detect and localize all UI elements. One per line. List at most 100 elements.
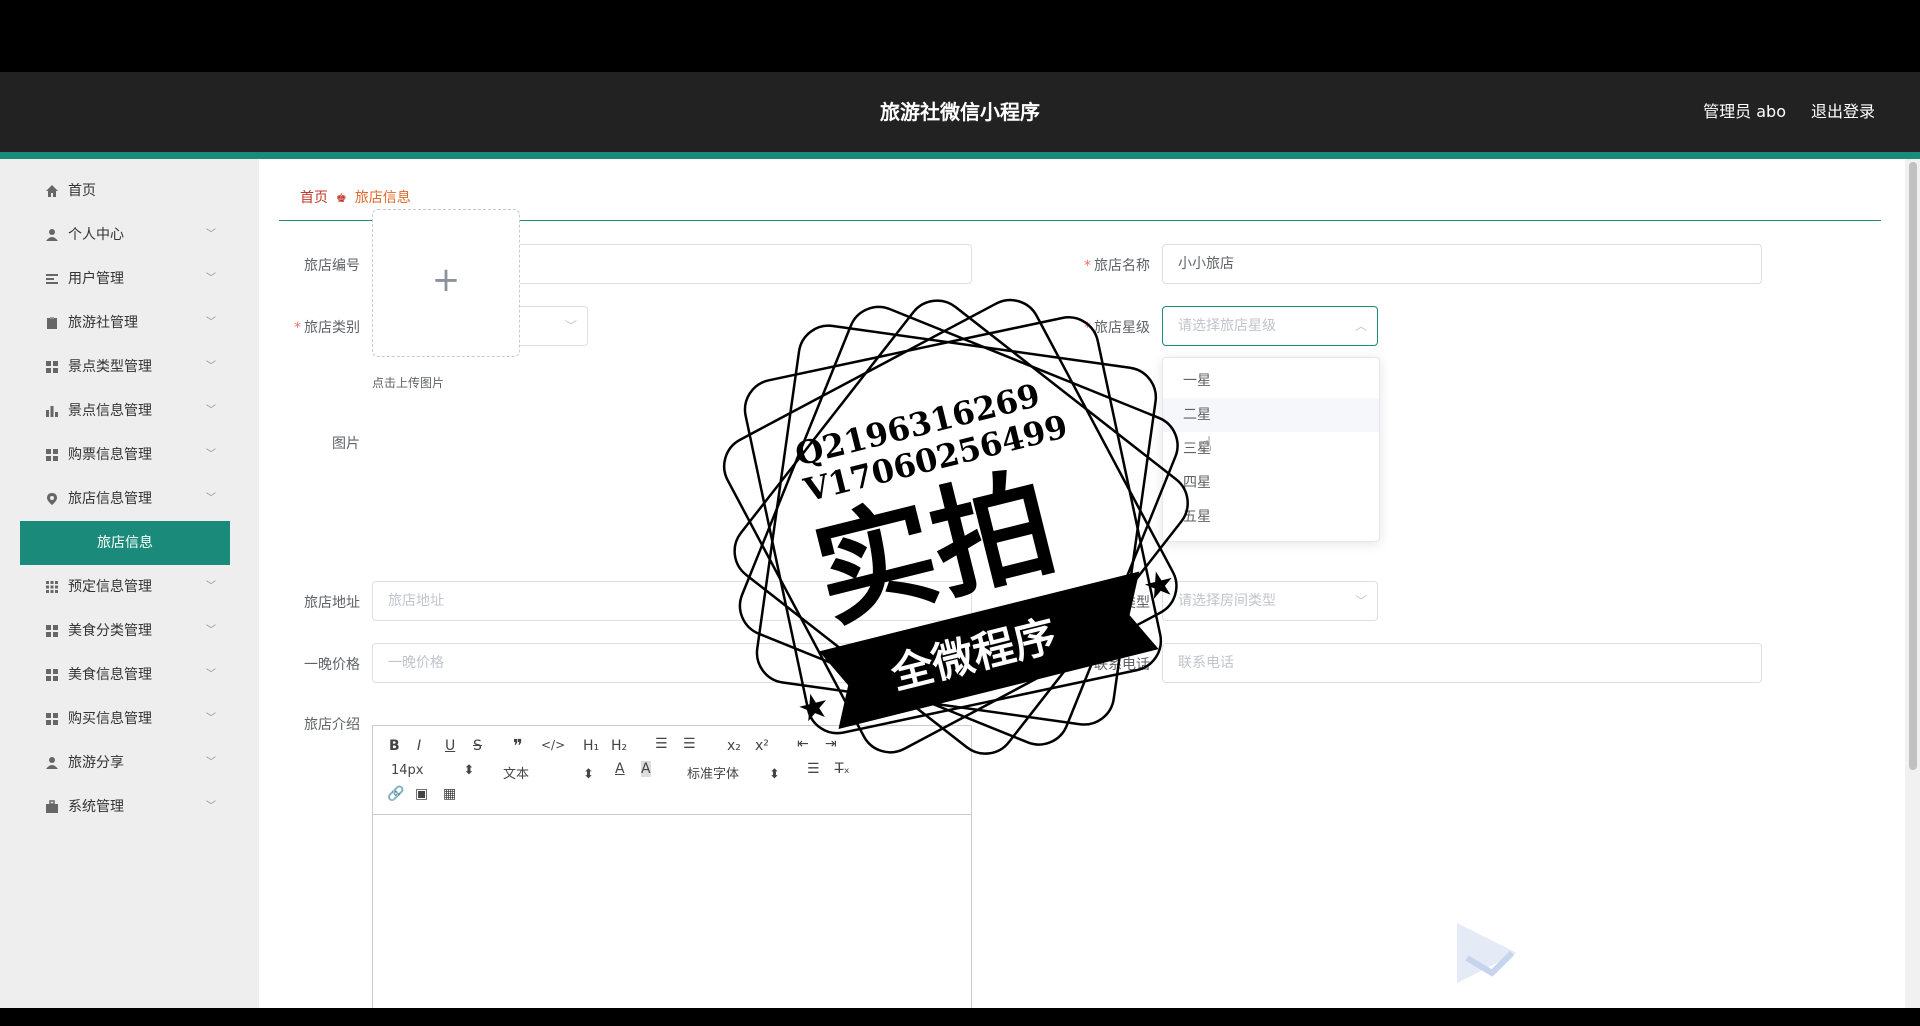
chevron-down-icon: ﹀: [206, 273, 216, 284]
intro-label: 旅店介绍: [304, 717, 360, 733]
star-dropdown: 一星 二星 三星 四星 五星: [1162, 357, 1380, 542]
font-color-icon[interactable]: A: [615, 761, 625, 777]
sidebar-item-ticket-management[interactable]: 购票信息管理 ﹀: [20, 433, 230, 477]
star-option[interactable]: 五星: [1163, 500, 1379, 534]
chevron-up-icon: ﹀: [206, 493, 216, 504]
hotel-type-label: * 旅店类别: [294, 320, 360, 336]
clear-format-icon[interactable]: T̶ₓ: [835, 761, 850, 777]
sidebar-item-hotel-info[interactable]: 旅店信息: [20, 521, 230, 565]
header-2-icon[interactable]: H₂: [611, 738, 627, 754]
sidebar-item-label: 旅店信息: [97, 535, 153, 551]
blockquote-icon[interactable]: ❞: [513, 736, 523, 757]
logout-button[interactable]: 退出登录: [1811, 72, 1875, 152]
room-type-select[interactable]: 请选择房间类型 ﹀: [1162, 581, 1378, 621]
hotel-no-label: 旅店编号: [304, 258, 360, 274]
editor-toolbar: B I U S ❞ </> H₁ H₂ ☰ ☰ x₂ x² ⇤ ⇥ 14px ⬍ …: [373, 726, 971, 815]
chevron-down-icon: ﹀: [206, 361, 216, 372]
format-select[interactable]: 文本 ⬍: [503, 763, 594, 782]
code-block-icon[interactable]: </>: [541, 738, 565, 752]
top-black-bar: [0, 0, 1920, 72]
image-label: 图片: [332, 436, 360, 452]
font-size-select[interactable]: 14px ⬍: [391, 763, 474, 778]
home-icon: [44, 169, 60, 213]
sidebar-item-label: 美食信息管理: [68, 667, 152, 683]
sidebar-item-hotel-management[interactable]: 旅店信息管理 ﹀: [20, 477, 230, 521]
sidebar-item-food-info-management[interactable]: 美食信息管理 ﹀: [20, 653, 230, 697]
align-icon[interactable]: ☰: [807, 761, 820, 777]
sidebar-item-agency-management[interactable]: 旅游社管理 ﹀: [20, 301, 230, 345]
grid-icon: [44, 697, 60, 741]
link-icon[interactable]: 🔗: [387, 786, 404, 802]
hotel-star-select[interactable]: 请选择旅店星级 ︿: [1162, 306, 1378, 346]
chevron-down-icon: ﹀: [206, 317, 216, 328]
breadcrumb-current: 旅店信息: [354, 190, 411, 206]
sidebar-item-food-category-management[interactable]: 美食分类管理 ﹀: [20, 609, 230, 653]
image-icon[interactable]: ▣: [415, 786, 428, 802]
address-input[interactable]: 旅店地址: [372, 581, 972, 621]
upload-tip: 点击上传图片: [372, 376, 445, 390]
price-input[interactable]: 一晚价格: [372, 643, 972, 683]
sidebar-item-label: 景点类型管理: [68, 359, 152, 375]
font-family-select[interactable]: 标准字体 ⬍: [687, 763, 780, 782]
sidebar-item-booking-management[interactable]: 预定信息管理 ﹀: [20, 565, 230, 609]
indent-icon[interactable]: ⇥: [825, 736, 837, 752]
chevron-down-icon: ﹀: [206, 405, 216, 416]
address-label: 旅店地址: [304, 595, 360, 611]
grid-icon: [44, 609, 60, 653]
chevron-down-icon: ﹀: [206, 713, 216, 724]
grid-icon: [44, 565, 60, 609]
sidebar-item-scenic-info-management[interactable]: 景点信息管理 ﹀: [20, 389, 230, 433]
phone-label: 联系电话: [1094, 657, 1150, 673]
sidebar-item-purchase-management[interactable]: 购买信息管理 ﹀: [20, 697, 230, 741]
bar-chart-icon: [44, 389, 60, 433]
chevron-down-icon: ﹀: [206, 801, 216, 812]
sidebar-item-label: 旅游社管理: [68, 315, 138, 331]
breadcrumb-home[interactable]: 首页: [300, 190, 328, 206]
image-upload[interactable]: +: [372, 209, 520, 357]
corner-logo-icon: [1457, 923, 1517, 983]
sidebar-item-label: 购买信息管理: [68, 711, 152, 727]
outdent-icon[interactable]: ⇤: [797, 736, 809, 752]
hotel-name-input[interactable]: 小小旅店: [1162, 244, 1762, 284]
star-option[interactable]: 三星: [1163, 432, 1379, 466]
current-user: 管理员 abo: [1703, 102, 1786, 121]
sidebar-item-user-management[interactable]: 用户管理 ﹀: [20, 257, 230, 301]
bullet-list-icon[interactable]: ☰: [683, 736, 696, 752]
sidebar-item-label: 美食分类管理: [68, 623, 152, 639]
sidebar-item-label: 首页: [68, 183, 96, 199]
sidebar-item-personal-center[interactable]: 个人中心 ﹀: [20, 213, 230, 257]
sidebar-item-system-management[interactable]: 系统管理 ﹀: [20, 785, 230, 829]
sidebar-item-travel-share[interactable]: 旅游分享 ﹀: [20, 741, 230, 785]
sidebar-item-scenic-type-management[interactable]: 景点类型管理 ﹀: [20, 345, 230, 389]
star-option[interactable]: 一星: [1163, 364, 1379, 398]
phone-input[interactable]: 联系电话: [1162, 643, 1762, 683]
subscript-icon[interactable]: x₂: [727, 738, 741, 754]
underline-icon[interactable]: U: [445, 738, 455, 754]
ordered-list-icon[interactable]: ☰: [655, 736, 668, 752]
app-title: 旅游社微信小程序: [880, 100, 1040, 124]
list-icon: [44, 257, 60, 301]
strike-icon[interactable]: S: [473, 738, 482, 754]
chevron-down-icon: ﹀: [206, 625, 216, 636]
star-option[interactable]: 二星: [1163, 398, 1379, 432]
background-color-icon[interactable]: A: [641, 761, 651, 777]
sidebar-item-label: 用户管理: [68, 271, 124, 287]
italic-icon[interactable]: I: [417, 738, 421, 754]
user-icon: [44, 741, 60, 785]
bottom-black-bar: [0, 1008, 1920, 1026]
video-icon[interactable]: ▦: [443, 786, 456, 802]
scrollbar-thumb[interactable]: [1909, 162, 1917, 770]
superscript-icon[interactable]: x²: [755, 738, 769, 754]
star-option[interactable]: 四星: [1163, 466, 1379, 500]
grid-icon: [44, 345, 60, 389]
chevron-down-icon: ﹀: [206, 449, 216, 460]
bold-icon[interactable]: B: [389, 738, 400, 754]
sidebar-item-label: 个人中心: [68, 227, 124, 243]
hotel-star-label: * 旅店星级: [1084, 320, 1150, 336]
chevron-down-icon: ﹀: [206, 229, 216, 240]
hand-cursor-icon: ☝: [1200, 432, 1213, 456]
header-accent-line: [0, 152, 1920, 159]
sidebar-item-home[interactable]: 首页: [20, 169, 230, 213]
header-1-icon[interactable]: H₁: [583, 738, 599, 754]
plus-icon: +: [431, 260, 461, 300]
